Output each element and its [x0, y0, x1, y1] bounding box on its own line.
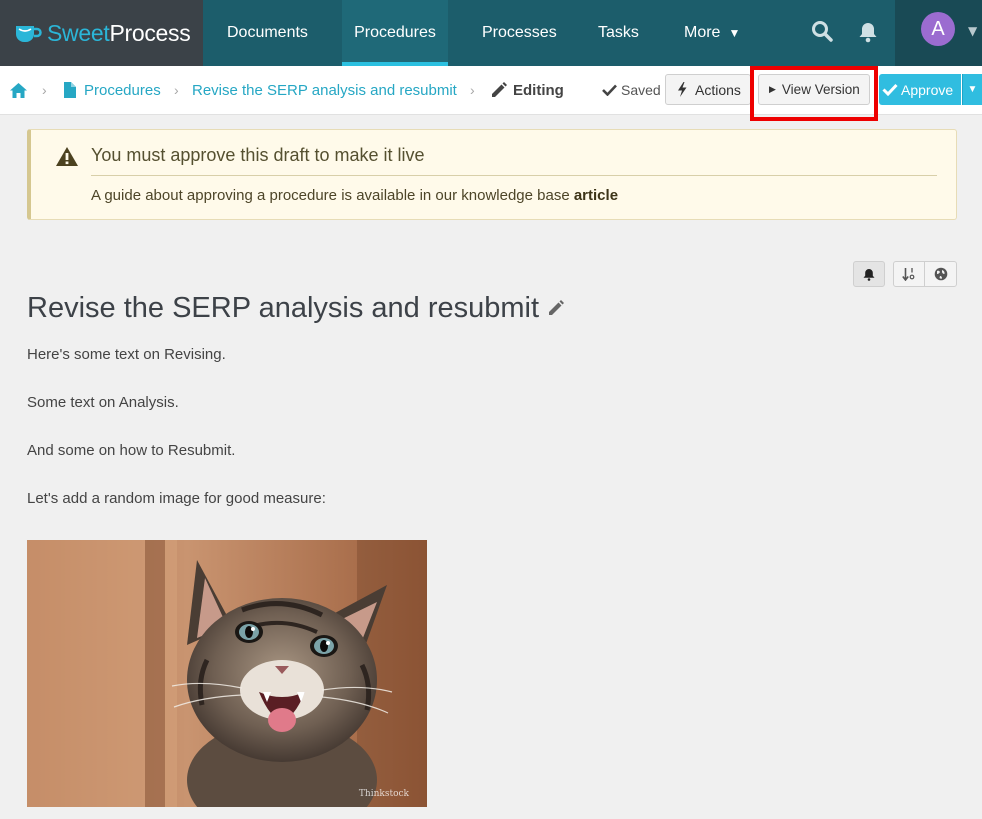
paragraph: Here's some text on Revising.: [27, 346, 226, 363]
nav-procedures-label: Procedures: [354, 24, 436, 41]
nav-tasks-label: Tasks: [598, 24, 639, 41]
nav-procedures[interactable]: Procedures: [342, 0, 448, 66]
avatar[interactable]: A: [921, 12, 955, 46]
globe-button[interactable]: [924, 261, 957, 287]
breadcrumb-editing: Editing: [490, 66, 564, 114]
brand-logo[interactable]: SweetProcess: [0, 0, 203, 66]
approve-dropdown-toggle[interactable]: ▼: [962, 74, 982, 105]
paragraph: Let's add a random image for good measur…: [27, 490, 326, 507]
sort-button[interactable]: [893, 261, 925, 287]
procedure-title: Revise the SERP analysis and resubmit: [27, 292, 565, 325]
breadcrumb-home[interactable]: [9, 66, 28, 114]
divider: [91, 175, 937, 176]
alert-message: A guide about approving a procedure is a…: [91, 187, 570, 204]
chevron-right-icon: ›: [174, 82, 179, 98]
approve-label: Approve: [901, 81, 954, 98]
alert-text: A guide about approving a procedure is a…: [91, 187, 618, 204]
kitten-photo: Thinkstock: [27, 540, 427, 807]
article-link[interactable]: article: [574, 187, 618, 204]
lightning-bolt-icon: [678, 82, 687, 97]
caret-down-icon: ▼: [967, 84, 978, 95]
breadcrumb-editing-label: Editing: [513, 81, 564, 99]
highlight-annotation-box: [750, 66, 878, 121]
actions-label: Actions: [695, 81, 741, 98]
chevron-down-icon[interactable]: ▼: [968, 24, 977, 38]
breadcrumb-item-label: Revise the SERP analysis and resubmit: [192, 81, 457, 99]
brand-name-process: Process: [109, 19, 191, 46]
breadcrumb-procedures[interactable]: Procedures: [63, 66, 161, 114]
bell-icon: [863, 268, 875, 281]
brand-name: SweetProcess: [47, 19, 191, 47]
approve-draft-alert: You must approve this draft to make it l…: [27, 129, 957, 220]
subscribe-bell-button[interactable]: [853, 261, 885, 287]
checkmark-icon: [882, 83, 898, 96]
pencil-icon: [492, 81, 507, 97]
nav-documents-label: Documents: [227, 24, 308, 41]
home-icon: [10, 82, 27, 98]
chevron-down-icon: ▼: [728, 26, 741, 40]
nav-tasks[interactable]: Tasks: [598, 0, 639, 66]
search-icon[interactable]: [811, 20, 833, 42]
nav-documents[interactable]: Documents: [227, 0, 308, 66]
document-icon: [64, 82, 76, 98]
warning-triangle-icon: [56, 147, 78, 166]
alert-title: You must approve this draft to make it l…: [91, 145, 425, 165]
image-credit: Thinkstock: [358, 789, 409, 799]
saved-status: Saved: [602, 66, 661, 114]
paragraph: Some text on Analysis.: [27, 394, 179, 411]
procedure-title-text: Revise the SERP analysis and resubmit: [27, 292, 540, 324]
nav-processes[interactable]: Processes: [482, 0, 557, 66]
breadcrumb-procedure-item[interactable]: Revise the SERP analysis and resubmit: [192, 66, 457, 114]
paragraph: And some on how to Resubmit.: [27, 442, 236, 459]
approve-button[interactable]: Approve: [879, 74, 961, 105]
top-navbar: SweetProcess Documents Procedures Proces…: [0, 0, 982, 66]
brand-name-sweet: Sweet: [47, 19, 110, 46]
actions-button[interactable]: Actions: [665, 74, 751, 105]
globe-icon: [934, 267, 947, 281]
nav-more-label: More: [684, 24, 721, 41]
saved-label: Saved: [621, 82, 661, 98]
checkmark-icon: [602, 84, 617, 96]
nav-more-dropdown[interactable]: More ▼: [684, 0, 740, 66]
edit-pencil-icon[interactable]: [547, 300, 565, 317]
kitten-image: [27, 540, 427, 807]
notifications-bell-icon[interactable]: [858, 21, 878, 43]
nav-processes-label: Processes: [482, 24, 557, 41]
teacup-logo-icon: [16, 26, 42, 42]
chevron-right-icon: ›: [470, 82, 475, 98]
chevron-right-icon: ›: [42, 82, 47, 98]
sort-numeric-icon: [902, 268, 915, 281]
breadcrumb-procedures-label: Procedures: [84, 81, 161, 99]
